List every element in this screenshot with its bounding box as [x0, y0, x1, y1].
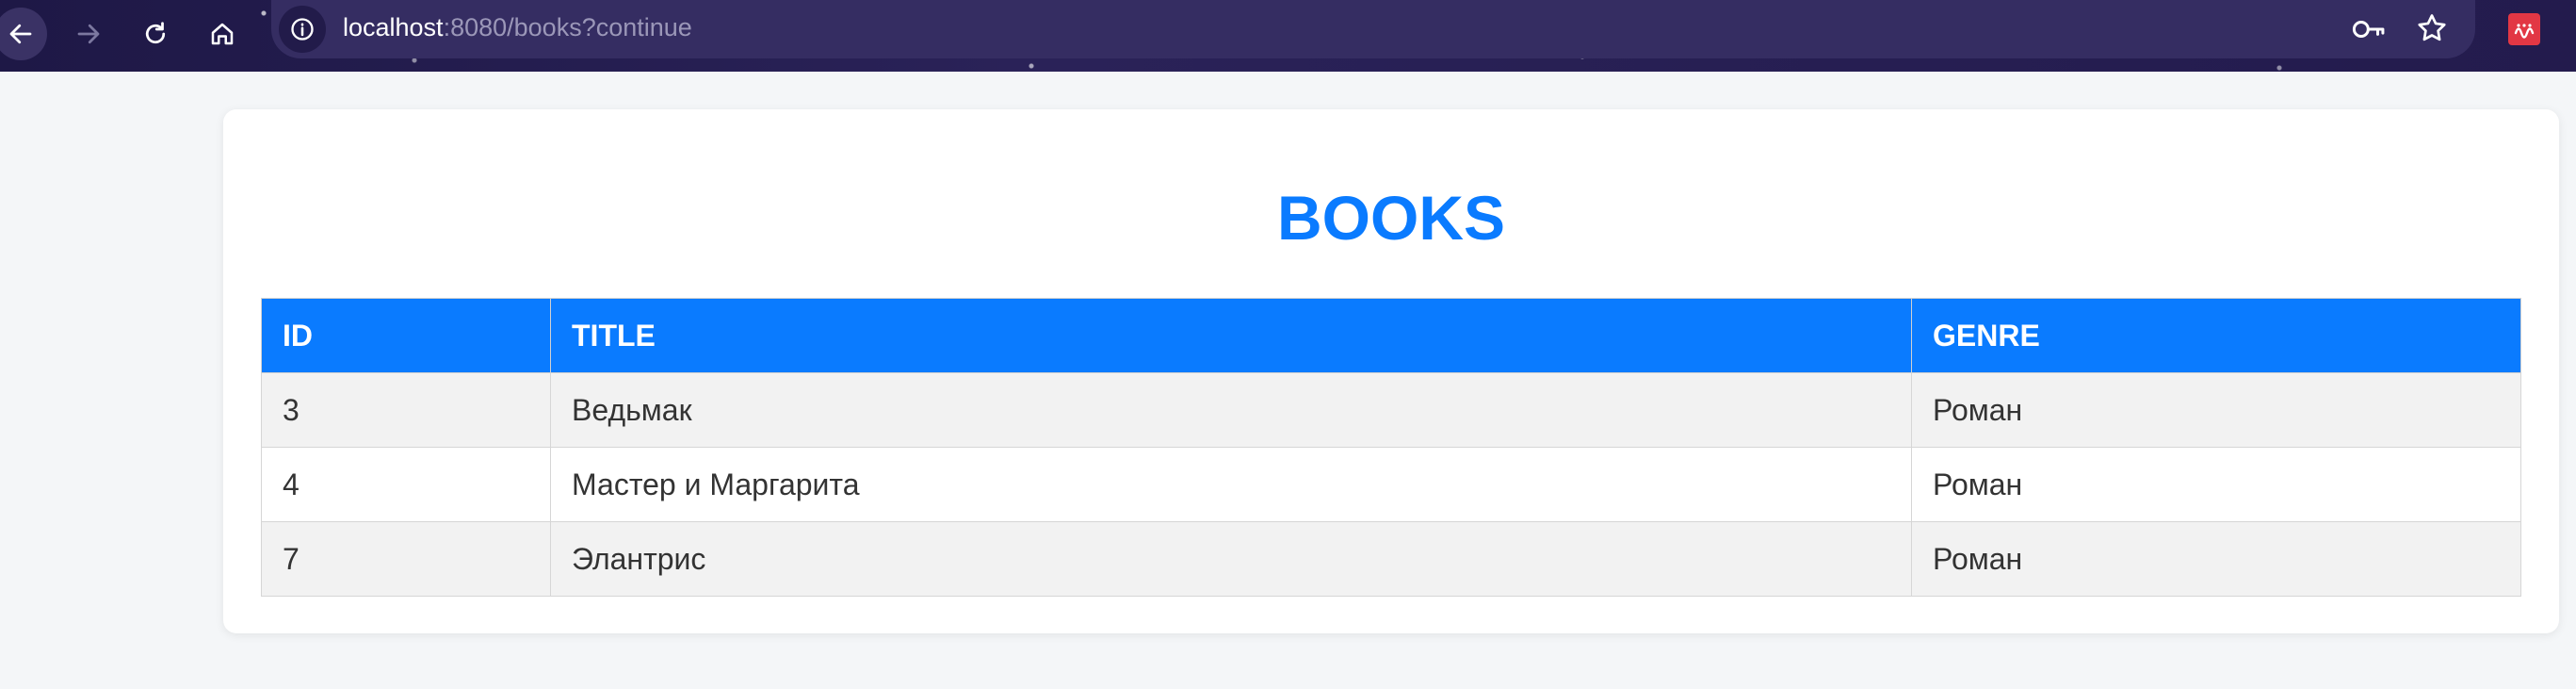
books-card: BOOKS ID TITLE GENRE 3 Ведьмак Роман 4 М…	[223, 109, 2559, 633]
extension-icon[interactable]	[2508, 13, 2540, 45]
url-path: :8080/books?continue	[443, 13, 692, 41]
cell-id: 7	[261, 521, 551, 597]
site-info-button[interactable]	[279, 6, 326, 53]
column-header-id: ID	[261, 298, 551, 373]
reload-icon	[145, 22, 166, 44]
table-header-row: ID TITLE GENRE	[261, 298, 2521, 373]
cell-title: Мастер и Маргарита	[550, 447, 1912, 522]
cell-id: 3	[261, 372, 551, 448]
cell-id: 4	[261, 447, 551, 522]
reload-button[interactable]	[129, 8, 182, 60]
forward-button[interactable]	[62, 8, 115, 60]
address-bar[interactable]: localhost:8080/books?continue	[271, 0, 2475, 58]
back-button[interactable]	[0, 8, 47, 60]
cell-title: Ведьмак	[550, 372, 1912, 448]
extension-glyph-icon	[2514, 24, 2535, 39]
url-host: localhost	[343, 13, 444, 41]
star-icon[interactable]	[2415, 11, 2449, 45]
cell-title: Элантрис	[550, 521, 1912, 597]
table-row: 7 Элантрис Роман	[261, 521, 2521, 597]
key-icon[interactable]	[2351, 13, 2387, 45]
cell-genre: Роман	[1911, 447, 2521, 522]
column-header-genre: GENRE	[1911, 298, 2521, 373]
site-info-icon	[291, 18, 314, 41]
url-text[interactable]: localhost:8080/books?continue	[343, 13, 692, 42]
page-title: BOOKS	[1276, 183, 1506, 253]
forward-arrow-icon	[77, 24, 100, 44]
table-row: 4 Мастер и Маргарита Роман	[261, 447, 2521, 522]
home-button[interactable]	[196, 8, 249, 60]
cell-genre: Роман	[1911, 521, 2521, 597]
back-arrow-icon	[9, 24, 32, 44]
column-header-title: TITLE	[550, 298, 1912, 373]
home-icon	[211, 23, 234, 45]
books-table: ID TITLE GENRE 3 Ведьмак Роман 4 Мастер …	[261, 298, 2521, 597]
cell-genre: Роман	[1911, 372, 2521, 448]
table-row: 3 Ведьмак Роман	[261, 372, 2521, 448]
browser-toolbar: localhost:8080/books?continue	[0, 0, 2576, 72]
